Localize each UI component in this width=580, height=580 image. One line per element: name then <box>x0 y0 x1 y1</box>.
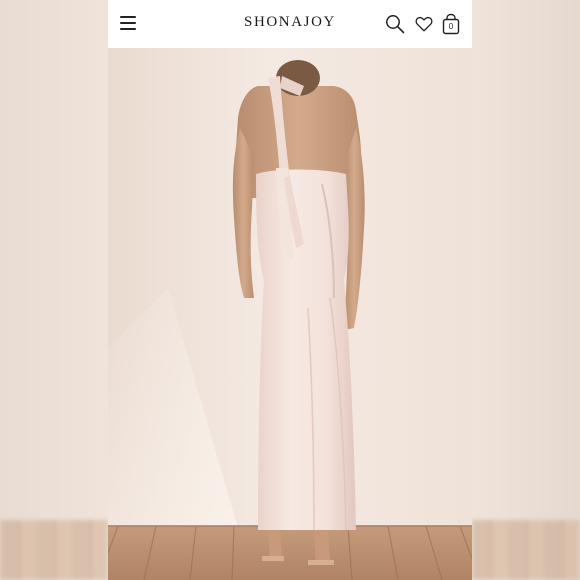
floor-blur-left <box>0 520 108 580</box>
cart-count-badge: 0 <box>448 22 454 31</box>
search-icon[interactable] <box>385 14 405 34</box>
product-photo[interactable] <box>108 48 472 580</box>
floor-blur-right <box>472 520 580 580</box>
mobile-screen: SHONAJOY 0 <box>108 0 472 580</box>
site-header: SHONAJOY 0 <box>108 0 472 48</box>
heart-icon[interactable] <box>415 15 433 33</box>
shopping-bag-icon[interactable]: 0 <box>441 13 461 35</box>
